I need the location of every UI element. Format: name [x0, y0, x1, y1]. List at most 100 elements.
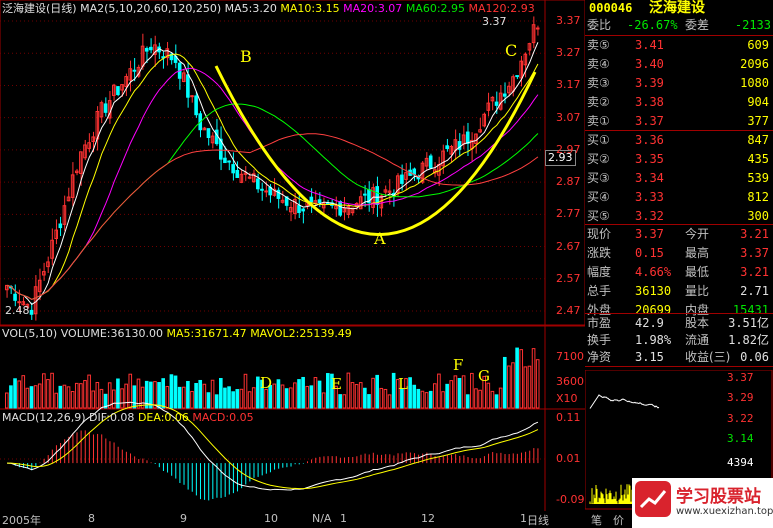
- sell-price: 3.40: [635, 57, 664, 71]
- volume-bar: [313, 377, 318, 409]
- volume-bar: [350, 382, 355, 409]
- stat-label: 最高: [685, 246, 710, 260]
- webi-value: -26.67%: [627, 18, 678, 32]
- price-tick-label: 2.77: [556, 207, 581, 221]
- price-tick-label: 3.27: [556, 46, 581, 60]
- volume-bar: [79, 383, 83, 409]
- ma60-line: [6, 103, 539, 300]
- sell-label: 卖①: [587, 114, 610, 128]
- volume-bar: [247, 391, 252, 409]
- tab-ticks[interactable]: 笔: [591, 512, 602, 528]
- volume-bar: [107, 382, 112, 409]
- volume-bar: [165, 386, 170, 409]
- panel-divider: [585, 366, 773, 367]
- volume-bar: [358, 382, 363, 409]
- fin-label: 流通: [685, 333, 710, 347]
- stat-row: 涨跌 0.15 最高 3.37: [585, 245, 773, 261]
- tab-price[interactable]: 价: [613, 512, 624, 528]
- candle-body: [338, 201, 342, 216]
- candle-body: [116, 86, 120, 96]
- tab-daily[interactable]: 日线: [527, 512, 549, 528]
- volume-bar: [206, 392, 211, 409]
- volume-bar: [132, 385, 137, 409]
- volume-bar: [87, 374, 91, 409]
- volume-bar: [474, 388, 478, 409]
- sell-price: 3.37: [635, 114, 664, 128]
- fin-label: 换手: [587, 333, 612, 347]
- buy-volume: 435: [747, 152, 769, 166]
- macd-tick-label: 0.11: [556, 411, 581, 424]
- sell-row: 卖② 3.38 904: [585, 94, 773, 110]
- macd-value: MACD:0.05: [192, 411, 254, 424]
- intraday-tick-label: 3.37: [727, 371, 754, 384]
- buy-row: 买⑤ 3.32 300: [585, 208, 773, 224]
- volume-bar: [50, 372, 54, 409]
- volume-bar: [445, 383, 449, 409]
- candle-body: [235, 169, 240, 178]
- sell-price: 3.39: [635, 76, 664, 90]
- volume-bar: [42, 373, 46, 409]
- volume-bar: [264, 388, 268, 409]
- candle-body: [535, 27, 540, 30]
- price-tick-label: 3.37: [556, 14, 581, 27]
- candle-body: [260, 188, 264, 191]
- volume-bar: [457, 377, 462, 409]
- volume-bar: [284, 388, 289, 409]
- candle-body: [515, 75, 519, 78]
- volume-bar: [21, 375, 26, 409]
- panel-divider: [585, 35, 773, 36]
- volume-bar: [433, 383, 437, 409]
- stat-label: 现价: [587, 227, 612, 241]
- buy-row: 买① 3.36 847: [585, 132, 773, 148]
- volume-bar: [25, 387, 30, 409]
- candle-body: [223, 157, 227, 164]
- sell-volume: 377: [747, 114, 769, 128]
- volume-bar: [412, 384, 417, 409]
- volume-bar: [256, 376, 260, 409]
- stat-row: 现价 3.37 今开 3.21: [585, 226, 773, 242]
- stat-value: 3.21: [740, 227, 769, 241]
- volume-bar: [112, 389, 116, 409]
- volume-bar: [219, 378, 223, 409]
- candle-body: [317, 199, 322, 204]
- fin-label: 收益(三): [685, 350, 731, 364]
- volume-bar: [449, 380, 454, 409]
- macd-tick-label: 0.01: [556, 452, 581, 465]
- volume-bar: [66, 386, 71, 409]
- stat-value: 3.37: [740, 246, 769, 260]
- high-price-mark: 3.37: [482, 15, 507, 28]
- volume-bar: [383, 388, 388, 409]
- mavol2: MAVOL2:25139.49: [250, 327, 352, 340]
- candle-body: [144, 47, 149, 52]
- volume-bar: [227, 386, 231, 409]
- volume-bar: [181, 386, 186, 409]
- volume-bar: [280, 384, 285, 409]
- volume-bar: [62, 384, 67, 409]
- stock-code: 000046: [589, 1, 633, 15]
- candle-body: [206, 128, 211, 139]
- label-A: A: [374, 229, 386, 248]
- volume-bar: [478, 389, 482, 409]
- candle-body: [132, 69, 137, 72]
- x-axis-label: 8: [88, 512, 95, 525]
- candle-body: [58, 223, 63, 229]
- volume-bar: [437, 373, 441, 409]
- stat-value: 0.15: [635, 246, 664, 260]
- sell-row: 卖① 3.37 377: [585, 113, 773, 129]
- volume-bar: [321, 392, 326, 409]
- buy-price: 3.35: [635, 152, 664, 166]
- vol-tick-label: 7100: [556, 350, 584, 363]
- volume-bar: [305, 385, 310, 409]
- x-axis-label: 2005年: [2, 514, 41, 527]
- price-tick-label: 3.17: [556, 78, 581, 92]
- volume-bar: [387, 394, 392, 409]
- label-B: B: [240, 47, 252, 66]
- buy-volume: 539: [747, 171, 769, 185]
- candle-body: [103, 103, 108, 113]
- panel-divider: [585, 130, 773, 131]
- stat-value: 4.66%: [635, 265, 672, 279]
- candle-body: [186, 74, 190, 98]
- stat-label: 今开: [685, 227, 710, 241]
- buy-price: 3.34: [635, 171, 664, 185]
- volume-bar: [83, 380, 87, 409]
